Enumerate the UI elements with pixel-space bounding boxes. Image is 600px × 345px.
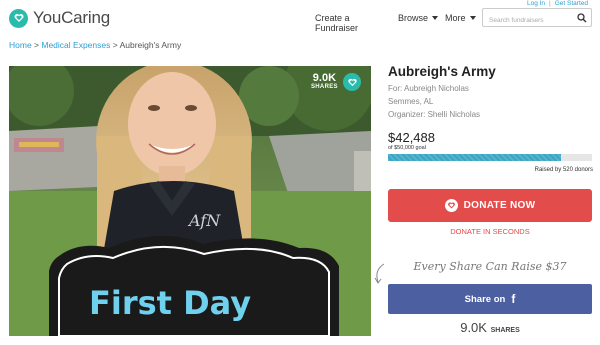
share-on-facebook-button[interactable]: Share on f bbox=[388, 284, 592, 314]
progress-bar-fill bbox=[388, 154, 562, 161]
top-links: Log In | Get Started bbox=[527, 0, 588, 7]
total-shares-label: SHARES bbox=[490, 327, 520, 334]
progress-bar bbox=[388, 154, 592, 161]
campaign-photo-illustration: AfN First Day bbox=[9, 66, 371, 336]
svg-text:AfN: AfN bbox=[187, 211, 221, 230]
heart-icon bbox=[444, 199, 458, 212]
curved-arrow-icon bbox=[374, 263, 385, 284]
total-shares-number: 9.0K bbox=[460, 320, 487, 335]
youcaring-logo[interactable]: YouCaring bbox=[9, 8, 110, 28]
amount-raised: $42,488 bbox=[388, 130, 435, 145]
nav-create-fundraiser[interactable]: Create a Fundraiser bbox=[315, 13, 395, 33]
top-links-separator: | bbox=[549, 0, 551, 7]
site-header: YouCaring Log In | Get Started Create a … bbox=[0, 0, 600, 37]
goal-amount: of $50,000 goal bbox=[388, 145, 426, 151]
campaign-sidebar: Aubreigh's Army For: Aubreigh Nicholas S… bbox=[374, 64, 593, 335]
nav-browse[interactable]: Browse bbox=[398, 13, 439, 23]
caret-down-icon bbox=[432, 16, 439, 20]
search-input[interactable] bbox=[483, 12, 573, 29]
brand-name: YouCaring bbox=[33, 8, 110, 27]
login-link[interactable]: Log In bbox=[527, 0, 545, 7]
donor-count: Raised by 520 donors bbox=[534, 167, 593, 173]
campaign-beneficiary: For: Aubreigh Nicholas bbox=[388, 84, 469, 93]
breadcrumb-separator: > bbox=[31, 40, 42, 50]
breadcrumb-home[interactable]: Home bbox=[9, 40, 32, 50]
campaign-photo: AfN First Day bbox=[9, 66, 371, 336]
nav-more[interactable]: More bbox=[445, 13, 480, 23]
donate-in-seconds-link[interactable]: DONATE IN SECONDS bbox=[388, 227, 592, 236]
facebook-icon: f bbox=[511, 292, 516, 306]
share-count-number: 9.0K bbox=[312, 72, 337, 84]
get-started-link[interactable]: Get Started bbox=[555, 0, 588, 7]
caret-down-icon bbox=[469, 16, 476, 20]
sign-text: First Day bbox=[89, 284, 251, 322]
nav-browse-label: Browse bbox=[398, 13, 429, 23]
campaign-organizer: Organizer: Shelli Nicholas bbox=[388, 110, 481, 119]
search-icon[interactable] bbox=[577, 13, 587, 23]
youcaring-badge-icon bbox=[343, 73, 361, 91]
nav-more-label: More bbox=[445, 13, 466, 23]
heart-logo-icon bbox=[9, 8, 28, 28]
breadcrumb: Home > Medical Expenses > Aubreigh's Arm… bbox=[9, 40, 181, 50]
breadcrumb-separator: > bbox=[110, 40, 120, 50]
every-share-tagline: Every Share Can Raise $37 bbox=[413, 260, 567, 273]
campaign-location: Semmes, AL bbox=[388, 97, 434, 106]
share-count-badge: 9.0K SHARES bbox=[311, 72, 338, 90]
search-box bbox=[482, 8, 592, 29]
donate-now-label: DONATE NOW bbox=[463, 200, 536, 211]
share-count-label: SHARES bbox=[311, 84, 338, 90]
campaign-title: Aubreigh's Army bbox=[388, 64, 496, 79]
breadcrumb-current: Aubreigh's Army bbox=[119, 40, 182, 50]
total-shares: 9.0K SHARES bbox=[388, 320, 592, 335]
share-on-label: Share on bbox=[464, 293, 506, 305]
breadcrumb-category[interactable]: Medical Expenses bbox=[41, 40, 110, 50]
donate-now-button[interactable]: DONATE NOW bbox=[388, 189, 592, 222]
